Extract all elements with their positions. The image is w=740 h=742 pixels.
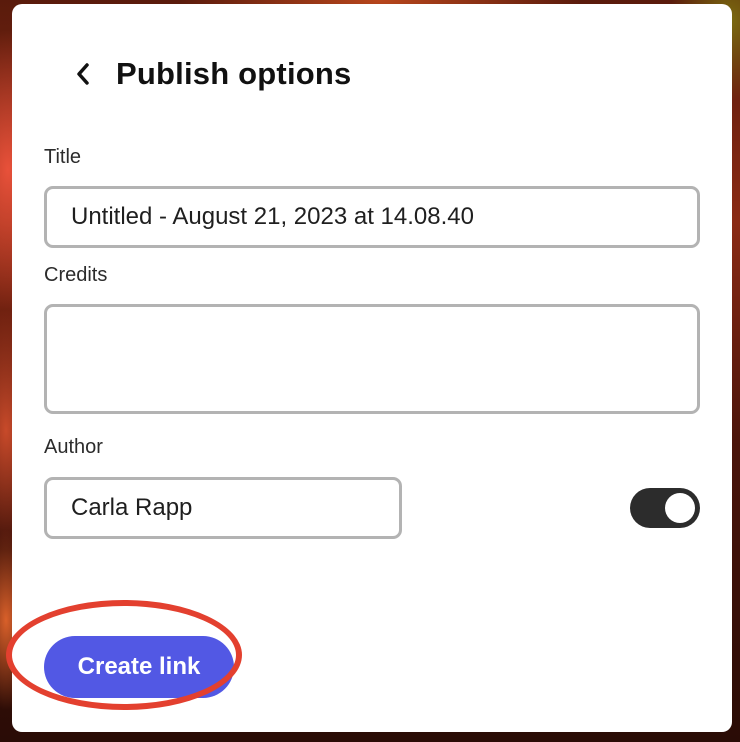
toggle-knob (665, 493, 695, 523)
create-link-button[interactable]: Create link (44, 636, 234, 698)
author-label: Author (44, 436, 103, 458)
credits-label: Credits (44, 264, 108, 286)
page-title: Publish options (116, 56, 352, 91)
title-label: Title (44, 146, 82, 168)
panel-header: Publish options (68, 52, 352, 96)
chevron-left-icon (77, 63, 89, 85)
title-input[interactable] (44, 186, 700, 248)
author-toggle[interactable] (630, 488, 700, 528)
credits-field[interactable] (44, 304, 700, 414)
author-input[interactable] (44, 477, 402, 539)
back-button[interactable] (68, 59, 98, 89)
publish-options-panel: Publish options Title Credits Author Cre… (12, 4, 732, 732)
